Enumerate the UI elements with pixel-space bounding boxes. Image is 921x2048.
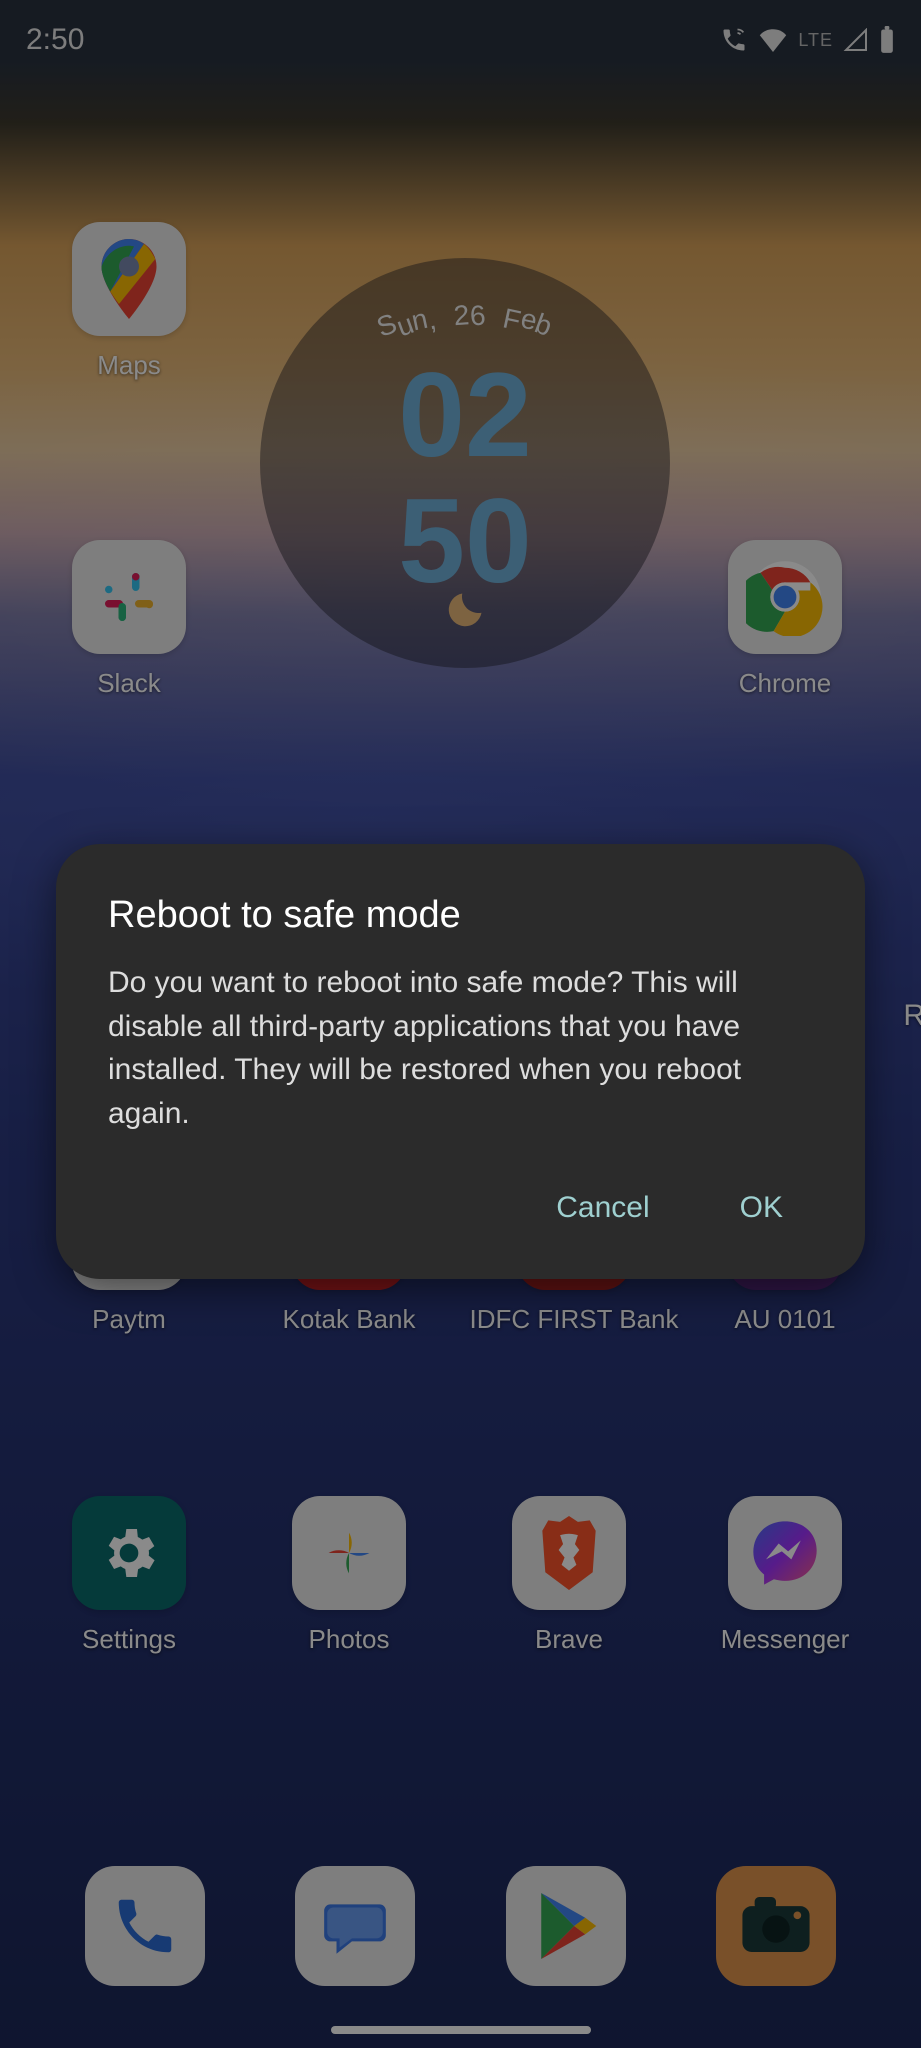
dialog-title: Reboot to safe mode bbox=[108, 894, 813, 937]
cancel-button[interactable]: Cancel bbox=[546, 1183, 659, 1233]
ok-button[interactable]: OK bbox=[730, 1183, 793, 1233]
dialog-actions: Cancel OK bbox=[108, 1183, 813, 1251]
dialog-body: Do you want to reboot into safe mode? Th… bbox=[108, 961, 813, 1135]
safe-mode-dialog: Reboot to safe mode Do you want to reboo… bbox=[56, 844, 865, 1279]
